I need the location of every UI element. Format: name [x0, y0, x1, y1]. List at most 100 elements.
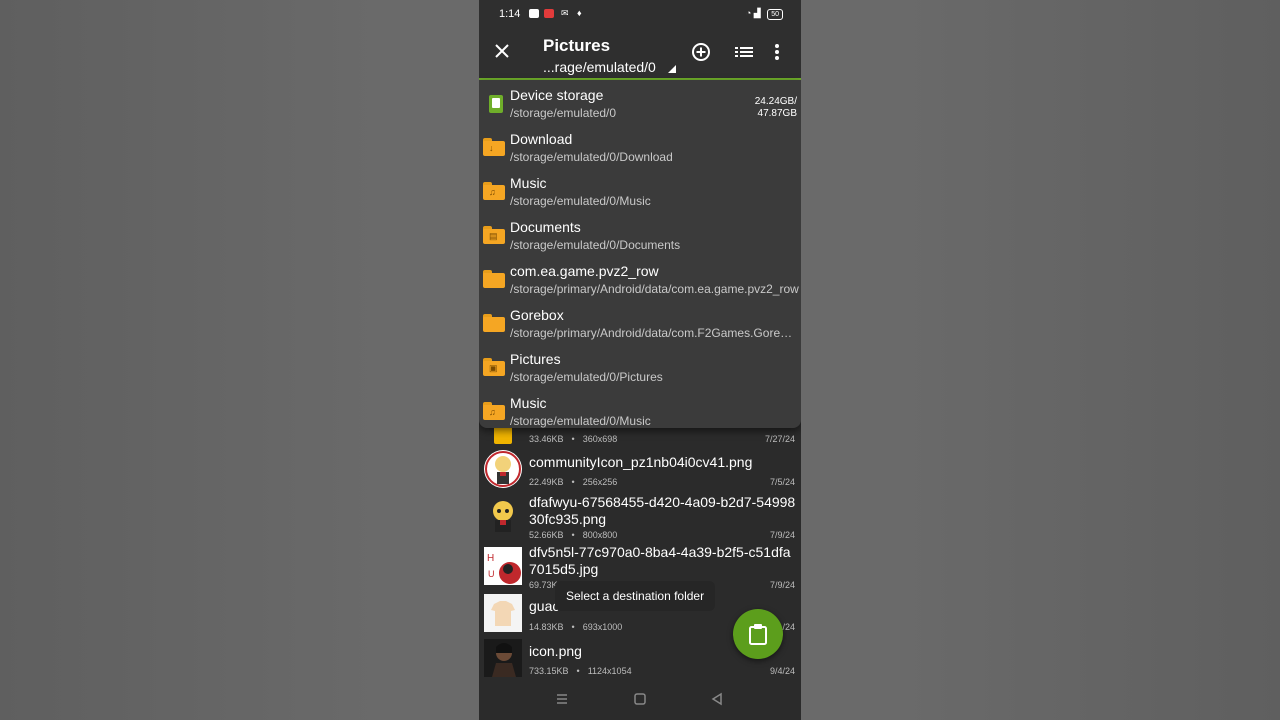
file-thumbnail [484, 498, 522, 536]
notification-icon: ♦ [577, 8, 582, 18]
poster-image: HU [484, 547, 522, 585]
battery-icon: 50 [767, 9, 783, 20]
close-icon [495, 44, 509, 58]
menu-icon [557, 694, 567, 704]
navigation-bar [479, 680, 801, 720]
file-meta: 52.66KB • 800x800 [529, 530, 618, 540]
file-size: 52.66KB [529, 530, 564, 540]
add-circle-icon [692, 43, 710, 61]
more-options-button[interactable] [771, 42, 783, 64]
dropdown-caret-icon[interactable] [668, 65, 676, 73]
clipboard-icon [749, 624, 767, 645]
dropdown-item-name: Documents [510, 219, 581, 235]
dropdown-item-name: Music [510, 175, 547, 191]
file-date: 9/4/24 [769, 666, 795, 676]
file-name: dfafwyu-67568455-d420-4a09-b2d7-5499830f… [529, 494, 796, 527]
dropdown-item-path: /storage/emulated/0/Download [510, 150, 673, 164]
file-row[interactable]: communityIcon_pz1nb04i0cv41.png 22.49KB •… [479, 448, 801, 490]
community-icon-image [485, 451, 521, 487]
close-button[interactable] [491, 41, 513, 63]
file-date: 7/27/24 [764, 434, 795, 444]
status-bar: 1:14 ✉ ♦ ◔ ▟ 50 [479, 0, 801, 28]
dropdown-item-path: /storage/emulated/0/Music [510, 194, 651, 208]
file-thumbnail [484, 639, 522, 677]
file-thumbnail [484, 594, 522, 632]
dropdown-item-name: Gorebox [510, 307, 564, 323]
file-date: 7/9/24 [769, 580, 795, 590]
svg-text:U: U [488, 569, 495, 579]
file-dimensions: 693x1000 [582, 622, 623, 632]
file-dimensions: 256x256 [582, 477, 618, 487]
status-time: 1:14 [499, 8, 521, 20]
dropdown-item-name: Music [510, 395, 547, 411]
app-bar: Pictures ...rage/emulated/0 [479, 28, 801, 80]
portrait-image [484, 639, 522, 677]
dropdown-item-path: /storage/emulated/0/Music [510, 414, 651, 428]
wifi-icon: ◔ [745, 8, 752, 18]
file-name: communityIcon_pz1nb04i0cv41.png [529, 454, 753, 470]
phone-screen: 1:14 ✉ ♦ ◔ ▟ 50 Pictures ...rage/emulate… [479, 0, 801, 720]
dropdown-item-path: /storage/emulated/0/Pictures [510, 370, 663, 384]
dropdown-item-name: Pictures [510, 351, 561, 367]
file-dimensions: 360x698 [582, 434, 618, 444]
file-size: 733.15KB [529, 666, 569, 676]
gmail-icon: ✉ [561, 8, 569, 18]
recents-button[interactable] [555, 692, 571, 708]
dropdown-item-gorebox[interactable]: Gorebox /storage/primary/Android/data/co… [479, 302, 801, 346]
dropdown-item-pictures[interactable]: ▣ Pictures /storage/emulated/0/Pictures [479, 346, 801, 390]
dropdown-item-documents[interactable]: ▤ Documents /storage/emulated/0/Document… [479, 214, 801, 258]
storage-size: 24.24GB/ 47.87GB [755, 96, 797, 120]
shirt-image [484, 594, 522, 632]
file-name: dfv5n5l-77c970a0-8ba4-4a39-b2f5-c51dfa70… [529, 544, 791, 577]
file-meta: 22.49KB • 256x256 [529, 477, 618, 487]
dropdown-item-name: Device storage [510, 87, 604, 103]
more-vertical-icon [775, 44, 779, 60]
music-folder-icon: ♫ [483, 402, 505, 420]
dropdown-item-music[interactable]: ♫ Music /storage/emulated/0/Music [479, 170, 801, 214]
dropdown-item-device-storage[interactable]: Device storage /storage/emulated/0 24.24… [479, 82, 801, 126]
home-button[interactable] [633, 692, 649, 708]
file-dimensions: 1124x1054 [587, 666, 632, 676]
file-meta: 69.73K [529, 580, 558, 590]
status-right: ◔ ▟ 50 [746, 8, 783, 20]
paste-fab-button[interactable] [733, 609, 783, 659]
dropdown-item-download[interactable]: ↓ Download /storage/emulated/0/Download [479, 126, 801, 170]
file-dimensions: 800x800 [582, 530, 618, 540]
file-size: 33.46KB [529, 434, 564, 444]
file-size: 14.83KB [529, 622, 564, 632]
file-meta: 33.46KB • 360x698 [529, 434, 618, 444]
file-row[interactable]: dfafwyu-67568455-d420-4a09-b2d7-5499830f… [479, 492, 801, 542]
download-folder-icon: ↓ [483, 138, 505, 156]
pictures-folder-icon: ▣ [483, 358, 505, 376]
dropdown-item-path: /storage/primary/Android/data/com.F2Game… [510, 326, 799, 340]
location-dropdown: Device storage /storage/emulated/0 24.24… [479, 80, 801, 428]
back-button[interactable] [710, 692, 726, 708]
home-square-icon [634, 693, 646, 705]
dropdown-item-name: Download [510, 131, 573, 147]
folder-icon [483, 314, 505, 332]
file-meta: 733.15KB • 1124x1054 [529, 666, 632, 676]
file-meta: 14.83KB • 693x1000 [529, 622, 623, 632]
page-title: Pictures [543, 36, 611, 55]
dropdown-item-pvz2[interactable]: com.ea.game.pvz2_row /storage/primary/An… [479, 258, 801, 302]
file-date: 7/9/24 [769, 530, 795, 540]
back-triangle-icon [711, 692, 722, 706]
dropdown-item-path: /storage/primary/Android/data/com.ea.gam… [510, 282, 799, 296]
file-thumbnail: HU [484, 547, 522, 585]
storage-used: 24.24GB/ [754, 96, 797, 107]
view-mode-button[interactable] [733, 42, 755, 64]
storage-total: 47.87GB [757, 108, 797, 119]
path-selector[interactable]: ...rage/emulated/0 [543, 59, 656, 75]
sd-card-icon [483, 94, 505, 113]
new-folder-button[interactable] [690, 42, 712, 64]
file-date: 7/5/24 [769, 477, 795, 487]
folder-icon [483, 270, 505, 288]
file-date: /24 [782, 622, 795, 632]
file-size: 22.49KB [529, 477, 564, 487]
dropdown-item-music-2[interactable]: ♫ Music /storage/emulated/0/Music [479, 390, 801, 434]
character-image [493, 501, 513, 532]
documents-folder-icon: ▤ [483, 226, 505, 244]
toast-message: Select a destination folder [555, 581, 716, 611]
youtube-icon [529, 9, 539, 18]
recorder-icon [544, 9, 554, 18]
